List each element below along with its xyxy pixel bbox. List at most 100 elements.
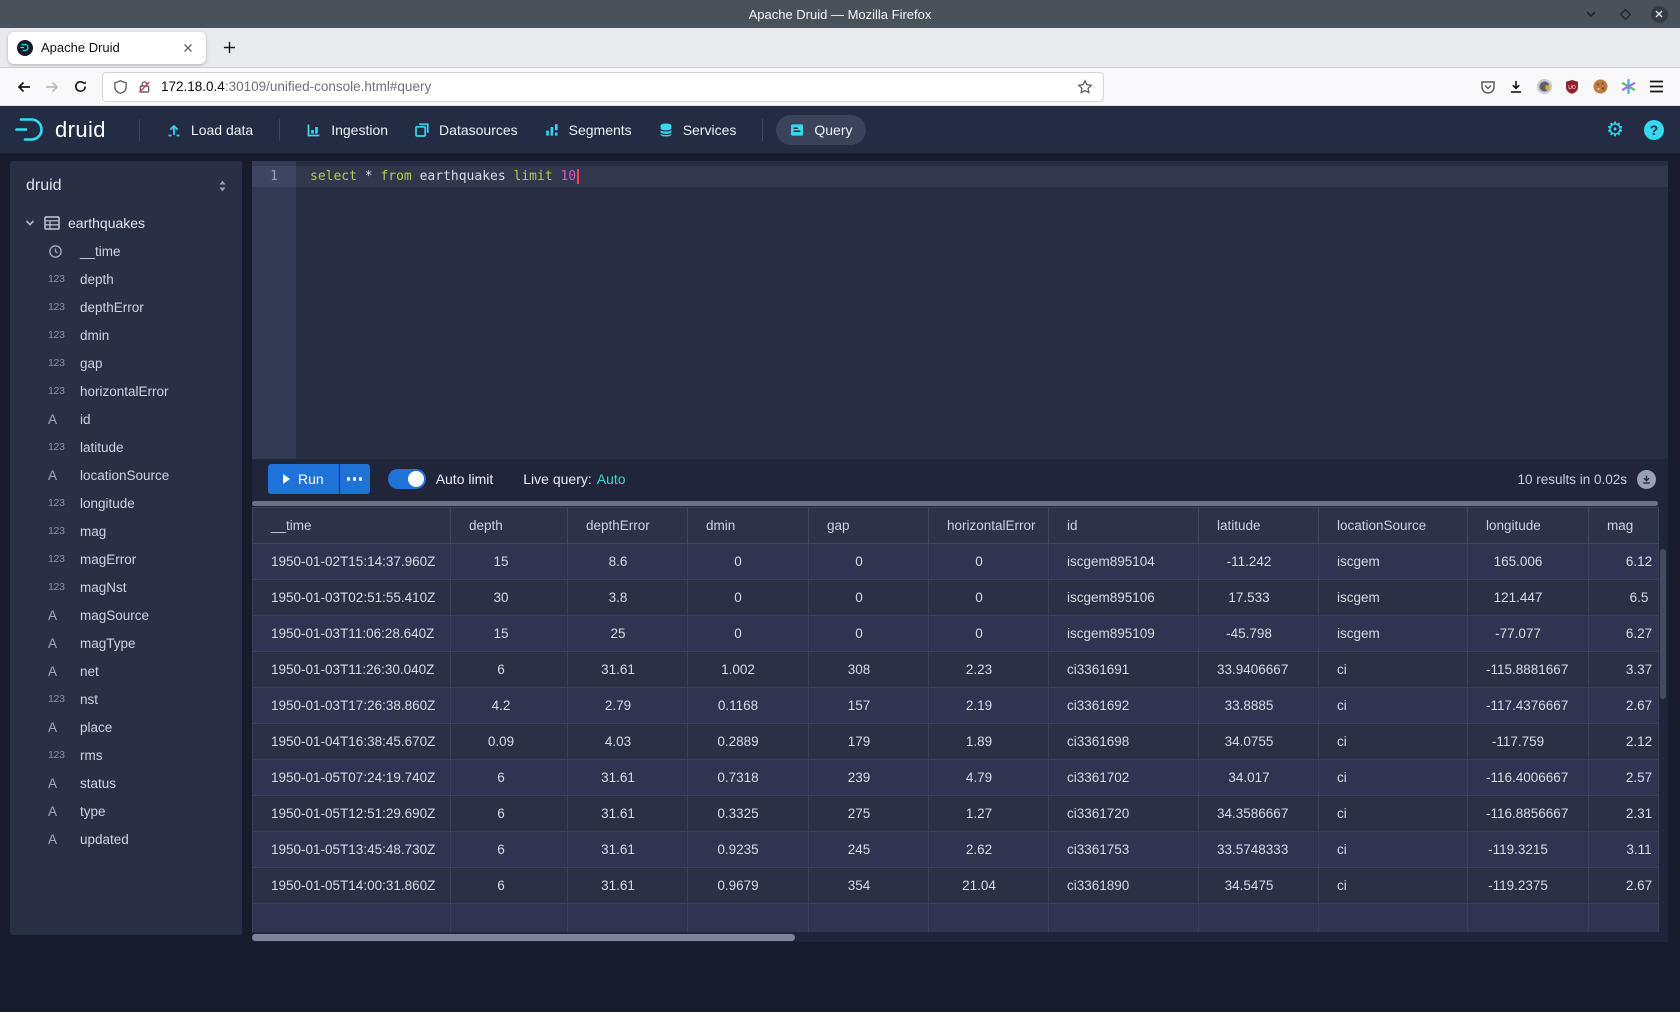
nav-query[interactable]: Query [776, 115, 865, 145]
table-cell[interactable]: 4.79 [929, 760, 1049, 796]
forward-button[interactable] [38, 73, 66, 101]
table-cell[interactable]: 179 [809, 724, 929, 760]
divider-handle[interactable] [252, 501, 1658, 506]
sidebar-column-dmin[interactable]: 123dmin [10, 321, 242, 349]
sidebar-column-depth[interactable]: 123depth [10, 265, 242, 293]
table-cell[interactable]: 1950-01-04T16:38:45.670Z [253, 724, 451, 760]
table-cell[interactable]: ci3361702 [1049, 760, 1199, 796]
table-cell[interactable]: ci [1319, 688, 1468, 724]
sidebar-column-longitude[interactable]: 123longitude [10, 489, 242, 517]
nav-ingestion[interactable]: Ingestion [293, 115, 401, 145]
back-button[interactable] [10, 73, 38, 101]
table-cell[interactable]: 31.61 [568, 760, 688, 796]
table-cell[interactable]: 4.03 [568, 724, 688, 760]
table-cell[interactable]: 1950-01-03T11:26:30.040Z [253, 652, 451, 688]
sidebar-column-magSource[interactable]: AmagSource [10, 601, 242, 629]
sidebar-column-__time[interactable]: __time [10, 237, 242, 265]
table-cell[interactable]: 2.19 [929, 688, 1049, 724]
table-cell[interactable]: ci3361890 [1049, 868, 1199, 904]
nav-segments[interactable]: Segments [531, 115, 645, 145]
url-text[interactable]: 172.18.0.4:30109/unified-console.html#qu… [161, 79, 431, 94]
table-cell[interactable]: 1950-01-05T07:24:19.740Z [253, 760, 451, 796]
privacy-badger-extension-icon[interactable] [1530, 73, 1558, 101]
table-cell[interactable]: 1950-01-03T02:51:55.410Z [253, 580, 451, 616]
table-cell[interactable]: 3.8 [568, 580, 688, 616]
nav-services[interactable]: Services [645, 115, 750, 145]
reload-button[interactable] [66, 73, 94, 101]
column-header-locationSource[interactable]: locationSource [1319, 508, 1468, 544]
table-cell[interactable]: 1950-01-05T12:51:29.690Z [253, 796, 451, 832]
table-cell[interactable]: 15 [451, 544, 568, 580]
column-header-latitude[interactable]: latitude [1199, 508, 1319, 544]
sidebar-column-magError[interactable]: 123magError [10, 545, 242, 573]
hamburger-menu-icon[interactable] [1642, 73, 1670, 101]
sidebar-column-net[interactable]: Anet [10, 657, 242, 685]
table-cell[interactable]: ci3361720 [1049, 796, 1199, 832]
table-cell[interactable]: iscgem895109 [1049, 616, 1199, 652]
horizontal-scrollbar-thumb[interactable] [252, 934, 795, 941]
sidebar-column-magNst[interactable]: 123magNst [10, 573, 242, 601]
table-cell[interactable]: 0.3325 [688, 796, 809, 832]
table-cell[interactable]: 0.2889 [688, 724, 809, 760]
table-cell[interactable]: -77.077 [1468, 616, 1589, 652]
tab-close-icon[interactable] [179, 39, 197, 57]
table-cell[interactable]: 31.61 [568, 868, 688, 904]
run-more-options-button[interactable] [340, 464, 370, 494]
sidebar-column-status[interactable]: Astatus [10, 769, 242, 797]
sidebar-column-id[interactable]: Aid [10, 405, 242, 433]
sidebar-column-magType[interactable]: AmagType [10, 629, 242, 657]
cookie-extension-icon[interactable] [1586, 73, 1614, 101]
table-cell[interactable]: 239 [809, 760, 929, 796]
table-cell[interactable]: 0.9679 [688, 868, 809, 904]
pocket-icon[interactable] [1474, 73, 1502, 101]
table-cell[interactable]: ci3361691 [1049, 652, 1199, 688]
table-cell[interactable]: 0 [809, 544, 929, 580]
table-cell[interactable]: -11.242 [1199, 544, 1319, 580]
url-bar[interactable]: 172.18.0.4:30109/unified-console.html#qu… [102, 72, 1104, 102]
table-cell[interactable]: 3.11 [1589, 832, 1659, 868]
table-cell[interactable]: 21.04 [929, 868, 1049, 904]
sidebar-column-gap[interactable]: 123gap [10, 349, 242, 377]
table-cell[interactable]: 33.8885 [1199, 688, 1319, 724]
window-maximize-button[interactable] [1616, 5, 1634, 23]
table-cell[interactable]: 0 [688, 616, 809, 652]
sidebar-column-locationSource[interactable]: AlocationSource [10, 461, 242, 489]
table-cell[interactable]: 0 [809, 616, 929, 652]
table-cell[interactable]: 0.1168 [688, 688, 809, 724]
table-cell[interactable]: 6 [451, 760, 568, 796]
download-results-icon[interactable] [1637, 470, 1656, 489]
table-cell[interactable]: 0 [929, 580, 1049, 616]
sidebar-column-type[interactable]: Atype [10, 797, 242, 825]
column-header-dmin[interactable]: dmin [688, 508, 809, 544]
sidebar-column-rms[interactable]: 123rms [10, 741, 242, 769]
table-cell[interactable]: -117.759 [1468, 724, 1589, 760]
table-cell[interactable]: -119.2375 [1468, 868, 1589, 904]
sql-editor[interactable]: 1 select * from earthquakes limit 10 [252, 161, 1668, 459]
table-cell[interactable]: ci3361692 [1049, 688, 1199, 724]
table-cell[interactable]: 308 [809, 652, 929, 688]
druid-logo-icon[interactable] [14, 116, 48, 143]
table-cell[interactable]: 2.67 [1589, 688, 1659, 724]
table-cell[interactable]: 2.31 [1589, 796, 1659, 832]
table-cell[interactable]: 0.09 [451, 724, 568, 760]
table-cell[interactable]: 8.6 [568, 544, 688, 580]
column-header-id[interactable]: id [1049, 508, 1199, 544]
table-cell[interactable]: -45.798 [1199, 616, 1319, 652]
table-cell[interactable]: 0 [929, 616, 1049, 652]
table-cell[interactable]: 0.7318 [688, 760, 809, 796]
druid-wordmark[interactable]: druid [55, 117, 106, 143]
nav-datasources[interactable]: Datasources [401, 115, 531, 145]
editor-results-divider[interactable] [252, 499, 1668, 507]
downloads-icon[interactable] [1502, 73, 1530, 101]
settings-gear-icon[interactable]: ⚙ [1606, 120, 1624, 140]
table-cell[interactable]: 2.12 [1589, 724, 1659, 760]
table-cell[interactable]: 157 [809, 688, 929, 724]
table-cell[interactable]: 6.5 [1589, 580, 1659, 616]
table-cell[interactable]: 33.5748333 [1199, 832, 1319, 868]
table-cell[interactable]: 33.9406667 [1199, 652, 1319, 688]
table-cell[interactable]: -116.8856667 [1468, 796, 1589, 832]
table-cell[interactable]: 15 [451, 616, 568, 652]
table-cell[interactable]: 34.0755 [1199, 724, 1319, 760]
table-cell[interactable]: 354 [809, 868, 929, 904]
window-close-button[interactable] [1650, 5, 1668, 23]
